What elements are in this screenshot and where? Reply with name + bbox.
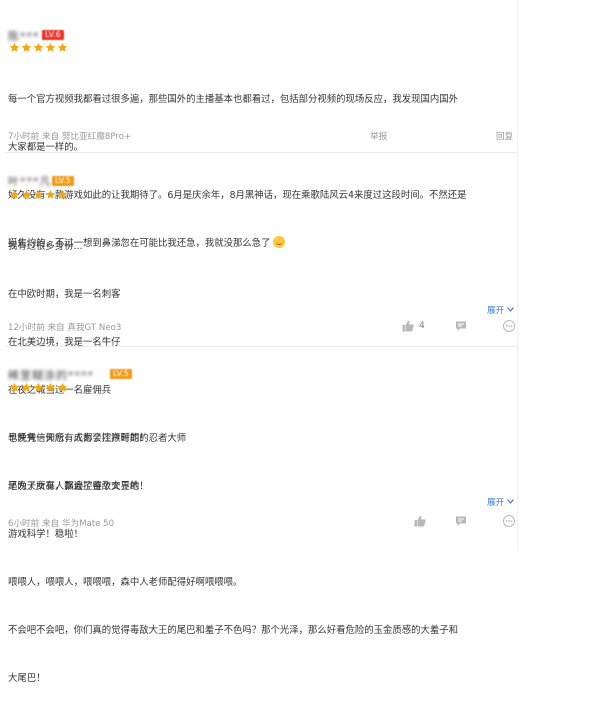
username[interactable]: 叶***凡 [8,173,52,188]
comment-line: 在中欧时期，我是一名刺客 [8,289,121,300]
user-level-badge: LV.6 [42,30,64,40]
star-icon [21,382,32,392]
star-icon [45,189,56,199]
comment-line: 每一个官方视频我都看过很多遍，那些国外的主播基本也都看过，包括部分视频的现场反应… [8,94,459,105]
comment-card: 陈*** LV.6 每一个官方视频我都看过很多遍，那些国外的主播基本也都看过，包… [0,0,520,249]
star-icon [21,189,32,199]
reply-button[interactable]: 回复 [496,130,513,142]
star-icon [9,42,20,52]
star-icon [33,382,44,392]
comment-feed: 陈*** LV.6 每一个官方视频我都看过很多遍，那些国外的主播基本也都看过，包… [0,0,600,684]
thumb-up-icon[interactable] [402,320,414,332]
expand-button[interactable]: 展开 [487,304,514,316]
star-icon [57,382,68,392]
comment-card: 稀里糊涂的**** LV.5 早晚有一天所有人都会控猴哥的！ 早晚天所有人都会控… [0,347,520,684]
comment-line: 我有过很多身份... [8,241,83,252]
username[interactable]: 陈*** [8,28,40,43]
chevron-down-icon [507,499,514,504]
comment-line: 不会吧不会吧，你们真的觉得毒敌大王的尾巴和羞子不色吗？那个光泽，那么好看危险的玉… [8,625,459,636]
star-icon [9,189,20,199]
star-icon [33,189,44,199]
rating-stars [9,189,68,200]
comment-line: 早晚天所有人都会控毒敌大王的！ [8,481,149,492]
comment-text: 早晚有一天所有人都会控猴哥的！ 早晚天所有人都会控毒敌大王的！ 游戏科学！稳啦！… [8,399,458,719]
comment-line: 大尾巴！ [8,673,46,684]
comment-meta: 12小时前 来自 真我GT Neo3 [8,323,122,333]
rating-stars [9,42,68,53]
comment-line: 喂喂人，喂喂人，喂喂喂，森中人老师配得好啊喂喂喂。 [8,577,243,588]
more-options-icon[interactable] [503,515,515,527]
user-level-badge: LV.5 [110,369,132,379]
comment-line: 游戏科学！稳啦！ [8,529,84,540]
chevron-down-icon [507,307,514,312]
username[interactable]: 稀里糊涂的**** [8,367,94,382]
star-icon [45,42,56,52]
comment-bubble-icon[interactable] [455,515,467,527]
star-icon [33,42,44,52]
like-count: 4 [419,321,425,331]
expand-label: 展开 [487,306,505,316]
star-icon [57,189,68,199]
rating-stars [9,382,68,393]
star-icon [21,42,32,52]
expand-button[interactable]: 展开 [487,496,514,508]
star-icon [45,382,56,392]
comment-line: 早晚有一天所有人都会控猴哥的！ [8,433,149,444]
star-icon [57,42,68,52]
comment-card: 叶***凡 LV.5 我有过很多身份... 在中欧时期，我是一名刺客 在北美边境… [0,153,520,492]
comment-meta: 7小时前 来自 努比亚红魔8Pro+ [8,132,132,142]
user-level-badge: LV.5 [52,176,74,186]
thumb-up-icon[interactable] [414,515,426,527]
expand-label: 展开 [487,498,505,508]
star-icon [9,382,20,392]
comment-meta: 6小时前 来自 华为Mate 50 [8,519,115,529]
more-options-icon[interactable] [503,320,515,332]
report-button[interactable]: 举报 [370,130,387,142]
comment-bubble-icon[interactable] [455,320,467,332]
